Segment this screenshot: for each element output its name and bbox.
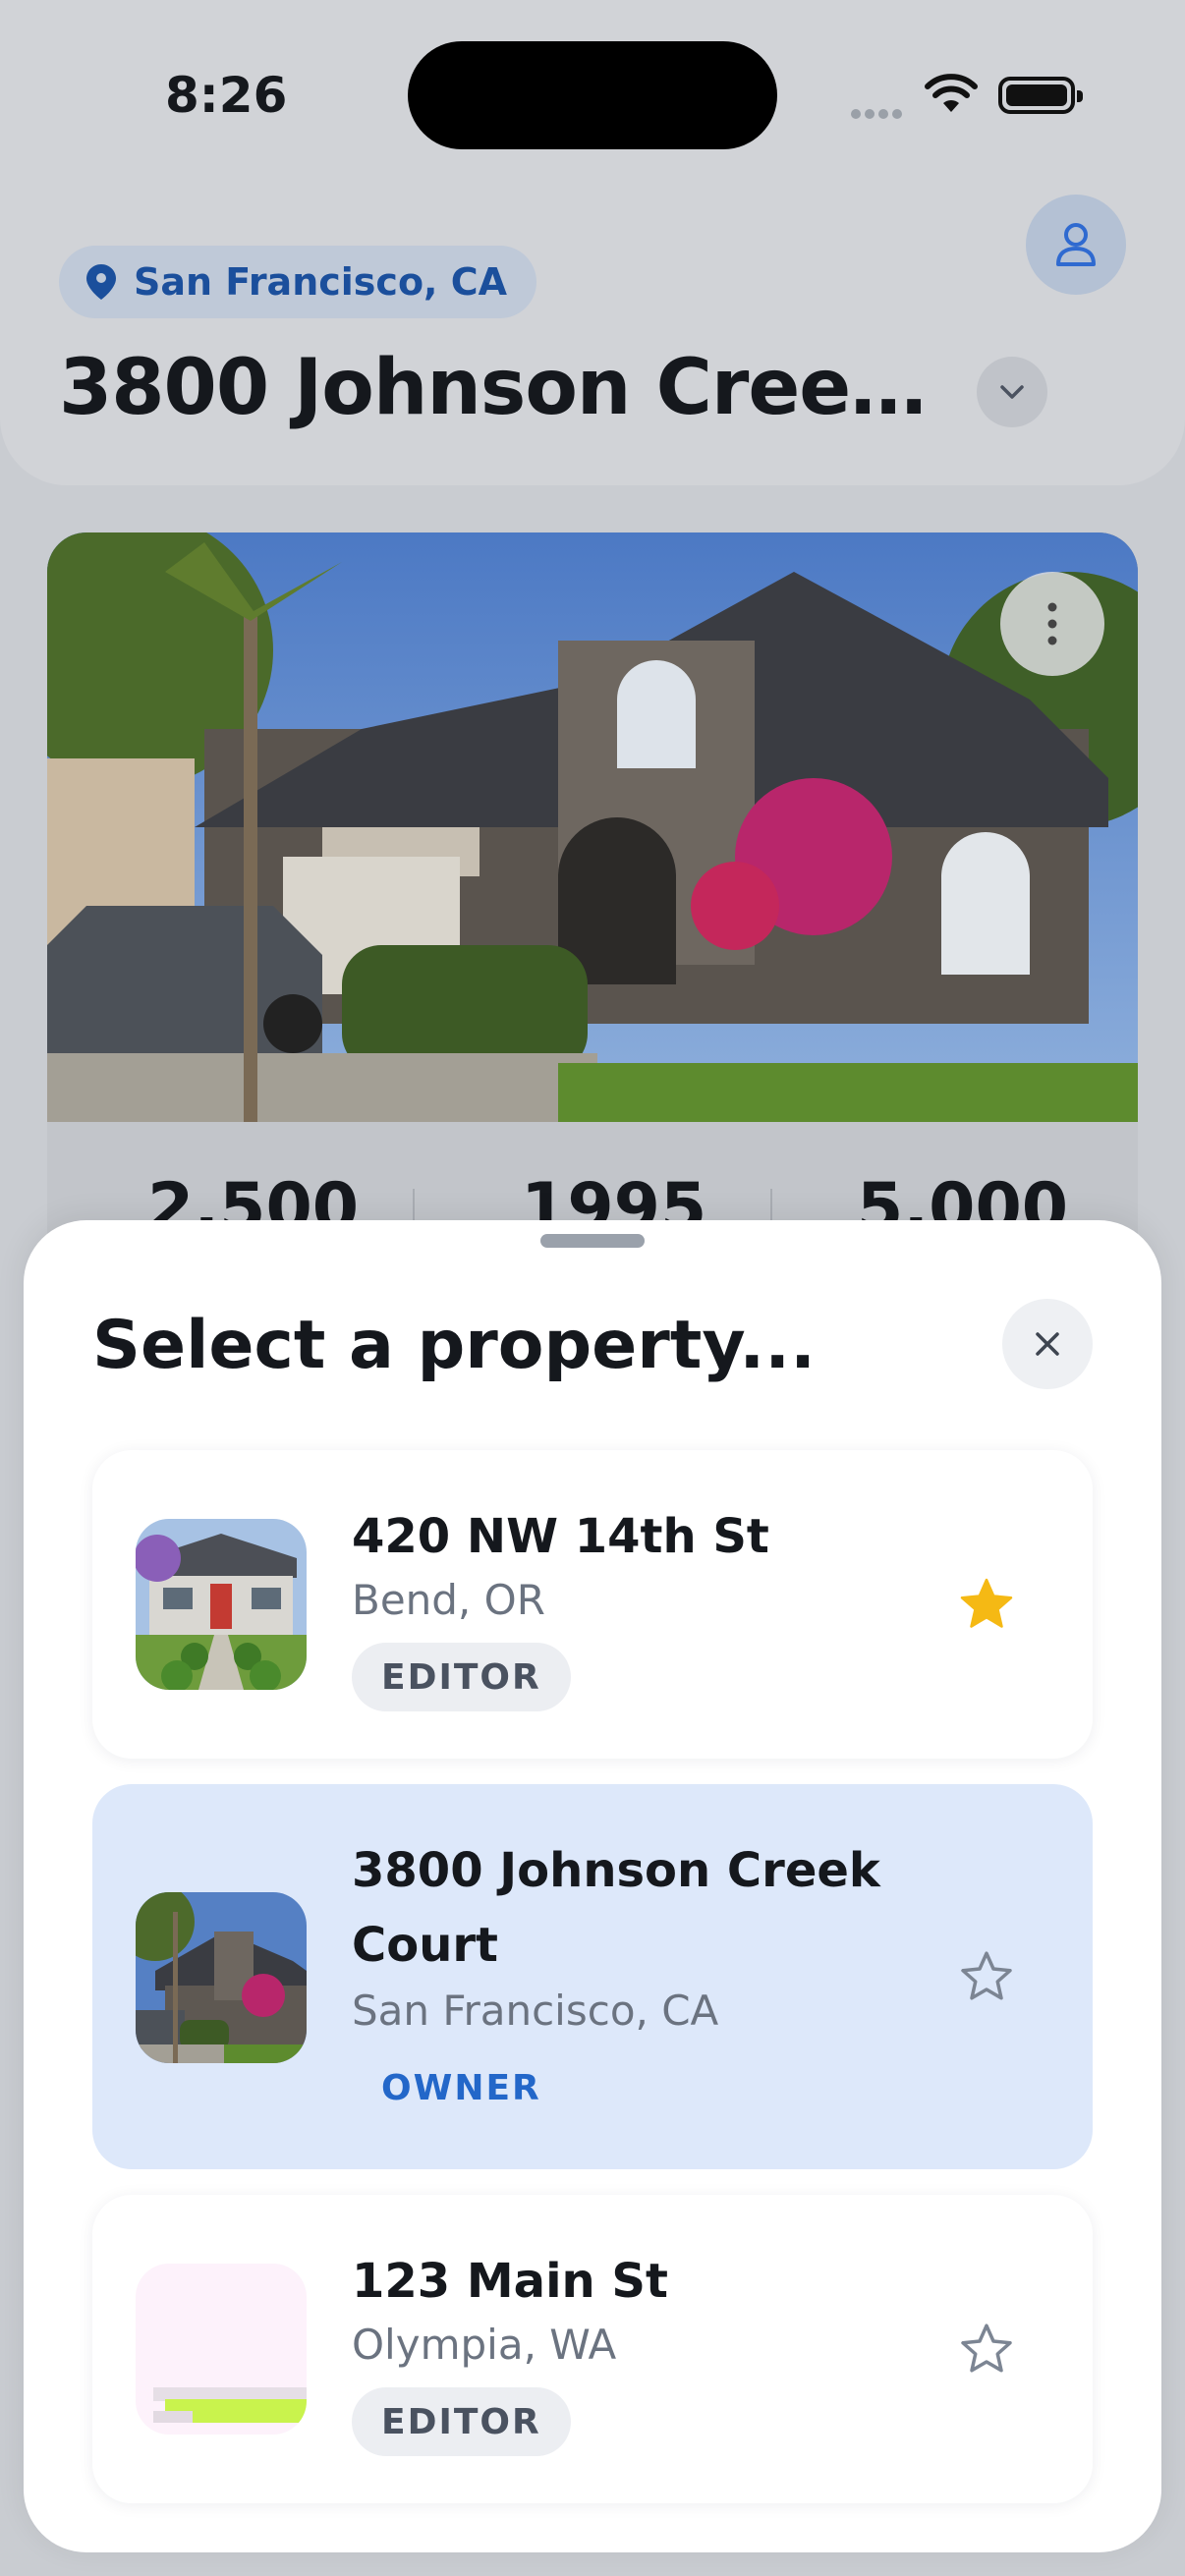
sheet-title: Select a property... [92,1307,816,1384]
star-outline-icon[interactable] [957,2320,1016,2379]
star-filled-icon[interactable] [957,1575,1016,1634]
close-button[interactable] [1002,1299,1093,1389]
property-row-selected[interactable]: 3800 Johnson Creek Court San Francisco, … [92,1784,1093,2169]
signal-icon [851,104,906,119]
property-city: San Francisco, CA [352,1987,719,2035]
status-time: 8:26 [165,67,288,124]
property-thumbnail [136,2264,307,2435]
more-options-button[interactable] [1000,572,1104,676]
more-vertical-icon [1047,602,1057,645]
role-badge: OWNER [381,2067,541,2108]
property-city: Olympia, WA [352,2321,617,2369]
chevron-down-icon [1000,385,1024,399]
property-title[interactable]: 3800 Johnson Creek... [59,344,973,432]
wifi-icon [924,73,979,118]
battery-icon [998,77,1083,114]
location-label: San Francisco, CA [134,260,508,304]
property-street: 3800 Johnson Creek Court [352,1843,880,1973]
property-row[interactable]: 123 Main St Olympia, WA EDITOR [92,2195,1093,2503]
role-badge: EDITOR [352,2387,571,2456]
property-thumbnail [136,1892,307,2063]
profile-button[interactable] [1026,195,1126,295]
close-icon [1036,1332,1059,1356]
property-row[interactable]: 420 NW 14th St Bend, OR EDITOR [92,1450,1093,1759]
property-switcher-button[interactable] [977,357,1047,427]
property-photo[interactable] [47,532,1138,1122]
property-thumbnail [136,1519,307,1690]
user-icon [1056,223,1096,266]
property-city: Bend, OR [352,1576,545,1624]
location-chip[interactable]: San Francisco, CA [59,246,537,318]
property-street: 123 Main St [352,2254,668,2309]
dynamic-island [408,41,777,149]
star-outline-icon[interactable] [957,1947,1016,2006]
location-pin-icon [86,264,116,300]
role-badge: EDITOR [352,1643,571,1711]
sheet-grabber[interactable] [540,1234,645,1248]
property-street: 420 NW 14th St [352,1509,769,1564]
